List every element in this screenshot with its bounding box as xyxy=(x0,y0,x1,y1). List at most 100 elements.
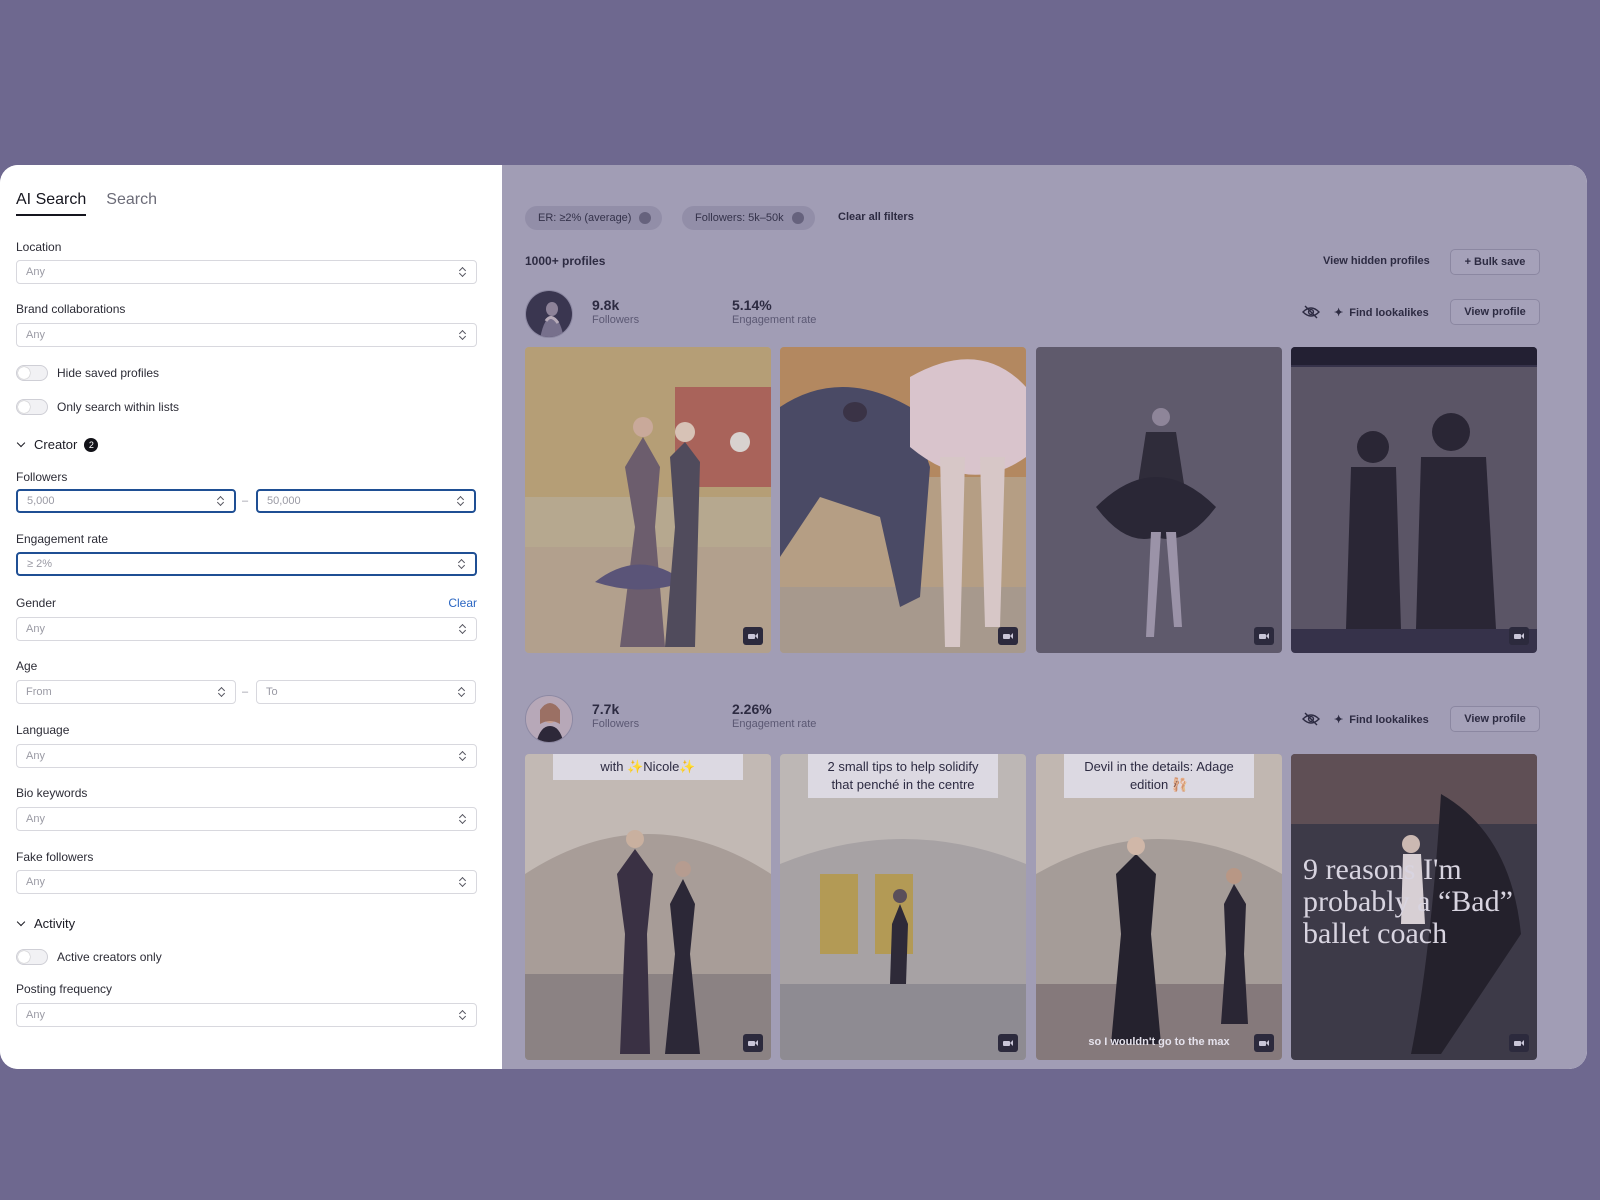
brand-select[interactable]: Any xyxy=(16,323,477,347)
post-subtitle: so I wouldn't go to the max xyxy=(1088,1036,1230,1048)
hide-saved-row: Hide saved profiles xyxy=(16,365,159,381)
posting-select[interactable]: Any xyxy=(16,1003,477,1027)
hide-profile-icon[interactable] xyxy=(1302,712,1320,726)
hide-profile-icon[interactable] xyxy=(1302,305,1320,319)
view-profile-button[interactable]: View profile xyxy=(1450,299,1540,325)
post-caption: with ✨Nicole✨ xyxy=(553,754,743,780)
activity-section-label: Activity xyxy=(34,916,76,931)
followers-label: Followers xyxy=(592,718,640,730)
followers-label: Followers xyxy=(592,314,640,326)
bio-select[interactable]: Any xyxy=(16,807,477,831)
tab-search[interactable]: Search xyxy=(106,191,157,216)
gender-select[interactable]: Any xyxy=(16,617,477,641)
chip-remove-icon[interactable] xyxy=(791,212,804,224)
location-label: Location xyxy=(16,240,62,254)
location-select[interactable]: Any xyxy=(16,260,477,284)
active-only-toggle[interactable] xyxy=(16,949,48,965)
hide-saved-label: Hide saved profiles xyxy=(57,366,160,380)
avatar[interactable] xyxy=(525,695,573,743)
engagement-label: Engagement rate xyxy=(16,532,109,546)
fake-select[interactable]: Any xyxy=(16,870,477,894)
video-icon xyxy=(1254,1034,1274,1052)
followers-max-input[interactable]: 50,000 xyxy=(256,489,476,513)
sparkle-icon: ✦ xyxy=(1334,307,1344,319)
bio-label: Bio keywords xyxy=(16,786,88,800)
chip-label: Followers: 5k–50k xyxy=(695,212,784,224)
filter-chip-er[interactable]: ER: ≥2% (average) xyxy=(525,206,663,230)
followers-min-value: 5,000 xyxy=(27,495,55,507)
hide-saved-toggle[interactable] xyxy=(16,365,48,381)
within-lists-label: Only search within lists xyxy=(57,400,180,414)
bulk-save-button[interactable]: + Bulk save xyxy=(1450,249,1540,275)
gender-value: Any xyxy=(26,623,45,635)
filter-chip-followers[interactable]: Followers: 5k–50k xyxy=(682,206,815,230)
age-from-select[interactable]: From xyxy=(16,680,236,704)
engagement-label: Engagement rate xyxy=(732,718,817,730)
select-arrows-icon xyxy=(218,687,226,697)
video-icon xyxy=(1509,1034,1529,1052)
language-select[interactable]: Any xyxy=(16,744,477,768)
bio-value: Any xyxy=(26,813,45,825)
location-value: Any xyxy=(26,266,45,278)
within-lists-row: Only search within lists xyxy=(16,399,179,415)
view-profile-button[interactable]: View profile xyxy=(1450,706,1540,732)
fake-label: Fake followers xyxy=(16,850,94,864)
video-icon xyxy=(743,1034,763,1052)
engagement-input[interactable]: ≥ 2% xyxy=(16,552,477,576)
range-dash: – xyxy=(242,495,249,507)
avatar[interactable] xyxy=(525,290,573,338)
select-arrows-icon xyxy=(459,814,467,824)
language-label: Language xyxy=(16,723,70,737)
select-arrows-icon xyxy=(459,751,467,761)
posting-label: Posting frequency xyxy=(16,982,113,996)
post-thumbnail[interactable]: 2 small tips to help solidify that pench… xyxy=(780,754,1026,1060)
tab-ai-search[interactable]: AI Search xyxy=(16,191,87,216)
filter-panel: AI Search Search Location Any Brand coll… xyxy=(0,165,502,1069)
video-icon xyxy=(998,1034,1018,1052)
within-lists-toggle[interactable] xyxy=(16,399,48,415)
post-thumbnail[interactable]: with ✨Nicole✨ xyxy=(525,754,771,1060)
followers-min-input[interactable]: 5,000 xyxy=(16,489,236,513)
avatar-image xyxy=(526,696,572,742)
select-arrows-icon xyxy=(459,267,467,277)
engagement-value: ≥ 2% xyxy=(27,558,52,570)
followers-max-value: 50,000 xyxy=(267,495,301,507)
select-arrows-icon xyxy=(457,496,465,506)
post-thumbnail[interactable]: Devil in the details: Adage edition 🩰 so… xyxy=(1036,754,1282,1060)
age-to-select[interactable]: To xyxy=(256,680,476,704)
active-only-row: Active creators only xyxy=(16,949,162,965)
engagement-label: Engagement rate xyxy=(732,314,817,326)
post-image xyxy=(780,754,1026,1060)
video-icon xyxy=(743,627,763,645)
post-thumbnail[interactable]: 9 reasons I'm probably a “Bad” ballet co… xyxy=(1291,754,1537,1060)
creator-section-header[interactable]: Creator 2 xyxy=(16,437,99,452)
app-window: AI Search Search Location Any Brand coll… xyxy=(0,165,1587,1069)
find-lookalikes-button[interactable]: ✦ Find lookalikes xyxy=(1334,713,1429,727)
post-thumbnail[interactable] xyxy=(525,347,771,653)
post-image xyxy=(780,347,1026,653)
select-arrows-icon xyxy=(458,559,466,569)
view-hidden-link[interactable]: View hidden profiles xyxy=(1323,255,1430,267)
find-lookalikes-button[interactable]: ✦ Find lookalikes xyxy=(1334,306,1429,320)
activity-section-header[interactable]: Activity xyxy=(16,916,75,931)
gender-clear-link[interactable]: Clear xyxy=(448,596,477,610)
sparkle-icon: ✦ xyxy=(1334,714,1344,726)
post-caption: Devil in the details: Adage edition 🩰 xyxy=(1064,754,1254,798)
chip-remove-icon[interactable] xyxy=(639,212,652,224)
engagement-value: 5.14% xyxy=(732,297,772,313)
video-icon xyxy=(998,627,1018,645)
post-image xyxy=(525,347,771,653)
search-tabs: AI Search Search xyxy=(16,191,157,216)
clear-all-filters-link[interactable]: Clear all filters xyxy=(838,211,914,223)
creator-section-label: Creator xyxy=(34,437,78,452)
gender-label: Gender xyxy=(16,596,57,610)
find-lookalikes-label: Find lookalikes xyxy=(1349,306,1429,319)
select-arrows-icon xyxy=(458,687,466,697)
post-thumbnail[interactable] xyxy=(780,347,1026,653)
posting-value: Any xyxy=(26,1009,45,1021)
post-thumbnail[interactable] xyxy=(1291,347,1537,653)
age-to-value: To xyxy=(266,686,278,698)
post-thumbnail[interactable] xyxy=(1036,347,1282,653)
post-image xyxy=(1036,347,1282,653)
video-icon xyxy=(1509,627,1529,645)
